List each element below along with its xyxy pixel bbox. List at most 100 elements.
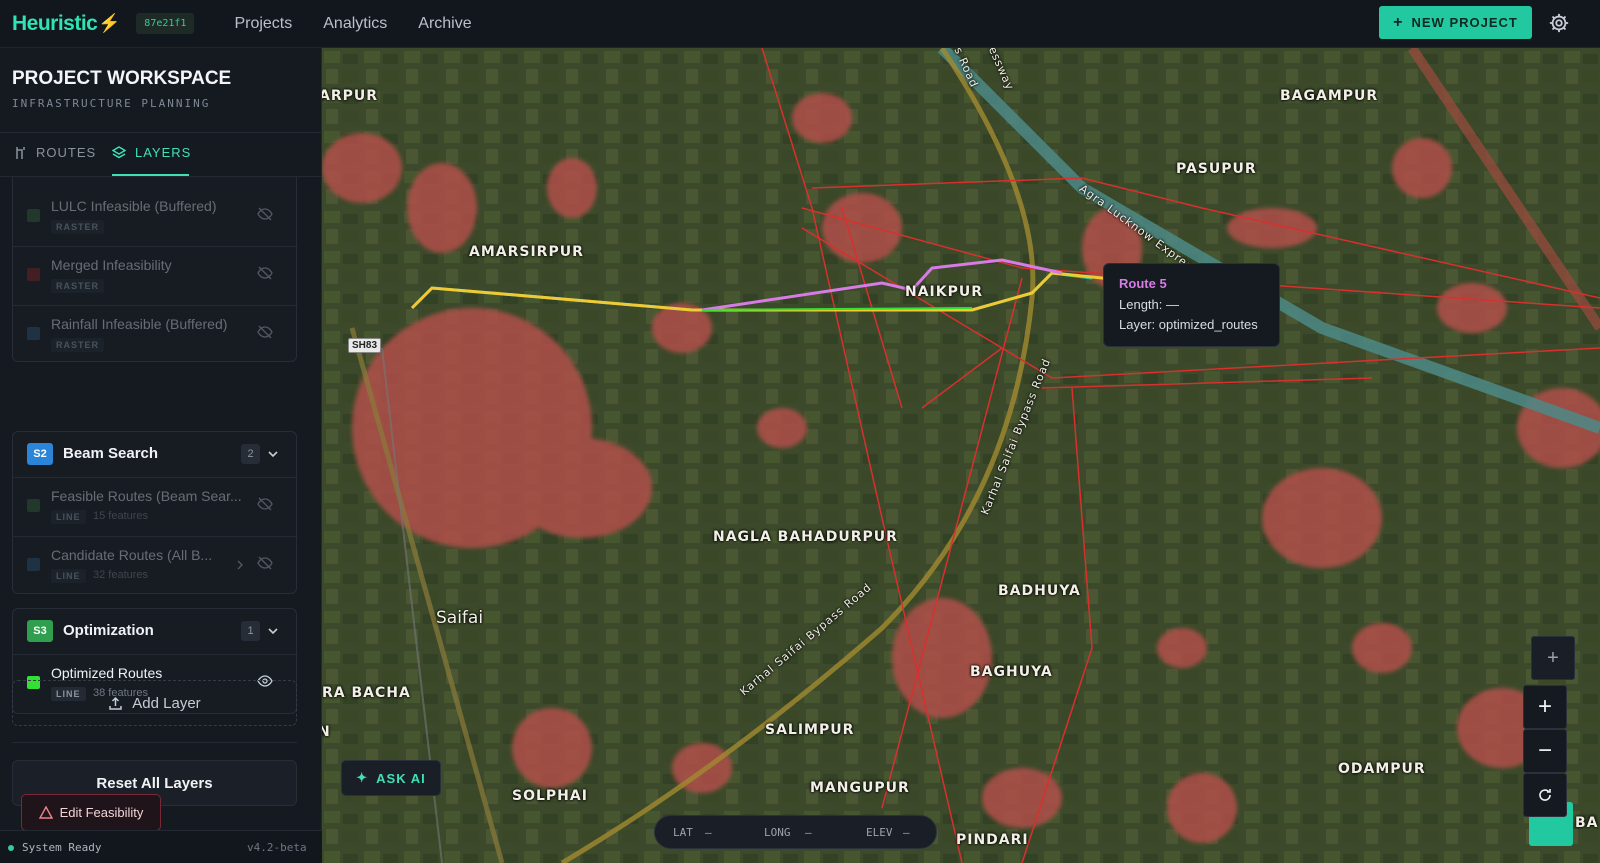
- chevron-down-icon[interactable]: [267, 625, 279, 637]
- nav-archive[interactable]: Archive: [418, 15, 471, 33]
- new-project-label: NEW PROJECT: [1411, 15, 1518, 30]
- feature-count: 32 features: [93, 569, 149, 581]
- layer-name: LULC Infeasible (Buffered): [51, 198, 217, 214]
- place-label: Saifai: [436, 608, 484, 628]
- sidebar: PROJECT WORKSPACE INFRASTRUCTURE PLANNIN…: [0, 48, 322, 863]
- map-plus-button[interactable]: +: [1531, 636, 1575, 680]
- plus-icon: +: [1393, 13, 1404, 31]
- group-count: 2: [241, 444, 260, 464]
- layer-name: Candidate Routes (All B...: [51, 547, 213, 563]
- chevron-down-icon[interactable]: [267, 448, 279, 460]
- road-shield: SH83: [348, 338, 382, 353]
- coordinate-readout: LAT — LONG — ELEV —: [654, 815, 937, 849]
- layer-row[interactable]: Merged Infeasibility RASTER: [13, 246, 298, 305]
- status-bar: System Ready v4.2-beta: [0, 830, 322, 863]
- layer-group-beam-search: S2 Beam Search 2 Feasible Routes (Beam S…: [12, 431, 298, 595]
- edit-feasibility-button[interactable]: Edit Feasibility: [21, 794, 161, 831]
- zoom-out-button[interactable]: −: [1523, 729, 1567, 773]
- place-label: AMARSIRPUR: [469, 244, 584, 260]
- layer-swatch: [27, 558, 40, 571]
- layer-row[interactable]: Candidate Routes (All B... LINE 32 featu…: [13, 536, 298, 595]
- new-project-button[interactable]: + NEW PROJECT: [1379, 6, 1532, 39]
- edit-feasibility-label: Edit Feasibility: [59, 805, 144, 820]
- nav-analytics[interactable]: Analytics: [323, 15, 387, 33]
- layer-type-tag: RASTER: [51, 279, 105, 293]
- main-nav: Projects Analytics Archive: [234, 15, 471, 33]
- chevron-right-icon[interactable]: [235, 559, 245, 571]
- layer-row[interactable]: Rainfall Infeasible (Buffered) RASTER: [13, 305, 298, 364]
- layer-swatch: [27, 268, 40, 281]
- routes-icon: [16, 146, 25, 159]
- tab-layers-label: LAYERS: [135, 145, 192, 160]
- nav-projects[interactable]: Projects: [234, 15, 292, 33]
- upload-icon: [109, 696, 123, 710]
- layer-row[interactable]: LULC Infeasible (Buffered) RASTER: [13, 187, 298, 246]
- layer-row[interactable]: Feasible Routes (Beam Sear... LINE 15 fe…: [13, 477, 298, 536]
- feature-count: 15 features: [93, 510, 149, 522]
- layers-scroll-area[interactable]: LULC Infeasible (Buffered) RASTER Merged…: [0, 177, 322, 827]
- place-label: BAGAMPUR: [1280, 88, 1379, 104]
- app-logo[interactable]: Heuristic ⚡: [12, 12, 121, 36]
- divider: [12, 742, 297, 743]
- layer-swatch: [27, 209, 40, 222]
- ask-ai-button[interactable]: ✦ ASK AI: [341, 760, 441, 796]
- layer-group-feasibility: LULC Infeasible (Buffered) RASTER Merged…: [12, 177, 298, 364]
- tooltip-length: Length: —: [1119, 297, 1179, 312]
- group-count: 1: [241, 621, 260, 641]
- long-value: —: [805, 826, 812, 839]
- plus-icon: +: [1547, 646, 1559, 669]
- build-hash-badge: 87e21f1: [136, 13, 195, 34]
- sparkle-icon: ✦: [356, 770, 369, 785]
- group-header[interactable]: S3 Optimization 1: [13, 609, 298, 654]
- map-canvas[interactable]: ARPUR BAGAMPUR PASUPUR AMARSIRPUR NAIKPU…: [322, 48, 1600, 863]
- layer-type-tag: RASTER: [51, 220, 105, 234]
- stage-badge: S3: [27, 620, 53, 642]
- reset-view-button[interactable]: [1523, 773, 1567, 817]
- place-label: ODAMPUR: [1338, 761, 1426, 777]
- status-dot-icon: [8, 845, 14, 851]
- eye-off-icon[interactable]: [257, 555, 273, 571]
- tooltip-title: Route 5: [1119, 276, 1167, 291]
- group-header[interactable]: S2 Beam Search 2: [13, 432, 298, 477]
- layer-name: Rainfall Infeasible (Buffered): [51, 316, 228, 332]
- place-label: MANGUPUR: [810, 780, 910, 796]
- bolt-icon: ⚡: [98, 13, 121, 33]
- workspace-subtitle: INFRASTRUCTURE PLANNING: [12, 97, 211, 110]
- zoom-out-icon: −: [1537, 737, 1552, 764]
- sidebar-tabs: ROUTES LAYERS: [0, 132, 322, 177]
- add-layer-label: Add Layer: [132, 694, 201, 712]
- place-label: NAIKPUR: [905, 284, 984, 300]
- version-label: v4.2-beta: [247, 841, 307, 854]
- long-label: LONG: [764, 826, 791, 839]
- eye-off-icon[interactable]: [257, 324, 273, 340]
- tooltip-layer: Layer: optimized_routes: [1119, 317, 1258, 332]
- place-label: BADHUYA: [998, 583, 1081, 599]
- place-label: NAGLA BAHADURPUR: [713, 529, 898, 545]
- refresh-icon: [1539, 789, 1551, 801]
- tab-layers[interactable]: LAYERS: [112, 145, 191, 160]
- ask-ai-label: ASK AI: [376, 770, 426, 786]
- elev-value: —: [903, 826, 910, 839]
- elev-label: ELEV: [866, 826, 893, 839]
- status-text: System Ready: [22, 841, 102, 854]
- place-label: N: [322, 724, 331, 740]
- eye-off-icon[interactable]: [257, 265, 273, 281]
- active-tab-indicator: [112, 174, 189, 176]
- place-label: PASUPUR: [1176, 161, 1257, 177]
- group-title: Optimization: [63, 622, 154, 639]
- zoom-in-button[interactable]: +: [1523, 685, 1567, 729]
- top-navbar: Heuristic ⚡ 87e21f1 Projects Analytics Ar…: [0, 0, 1600, 48]
- reset-label: Reset All Layers: [96, 774, 213, 792]
- place-label: SALIMPUR: [765, 722, 855, 738]
- warning-icon: [38, 806, 53, 819]
- place-label: SOLPHAI: [512, 788, 588, 804]
- place-label: BA: [1575, 815, 1599, 831]
- group-title: Beam Search: [63, 445, 159, 462]
- tab-routes[interactable]: ROUTES: [14, 145, 96, 160]
- gear-icon[interactable]: [1548, 12, 1570, 34]
- add-layer-button[interactable]: Add Layer: [12, 680, 297, 726]
- eye-off-icon[interactable]: [257, 496, 273, 512]
- stage-badge: S2: [27, 443, 53, 465]
- place-label: BAGHUYA: [970, 664, 1053, 680]
- eye-off-icon[interactable]: [257, 206, 273, 222]
